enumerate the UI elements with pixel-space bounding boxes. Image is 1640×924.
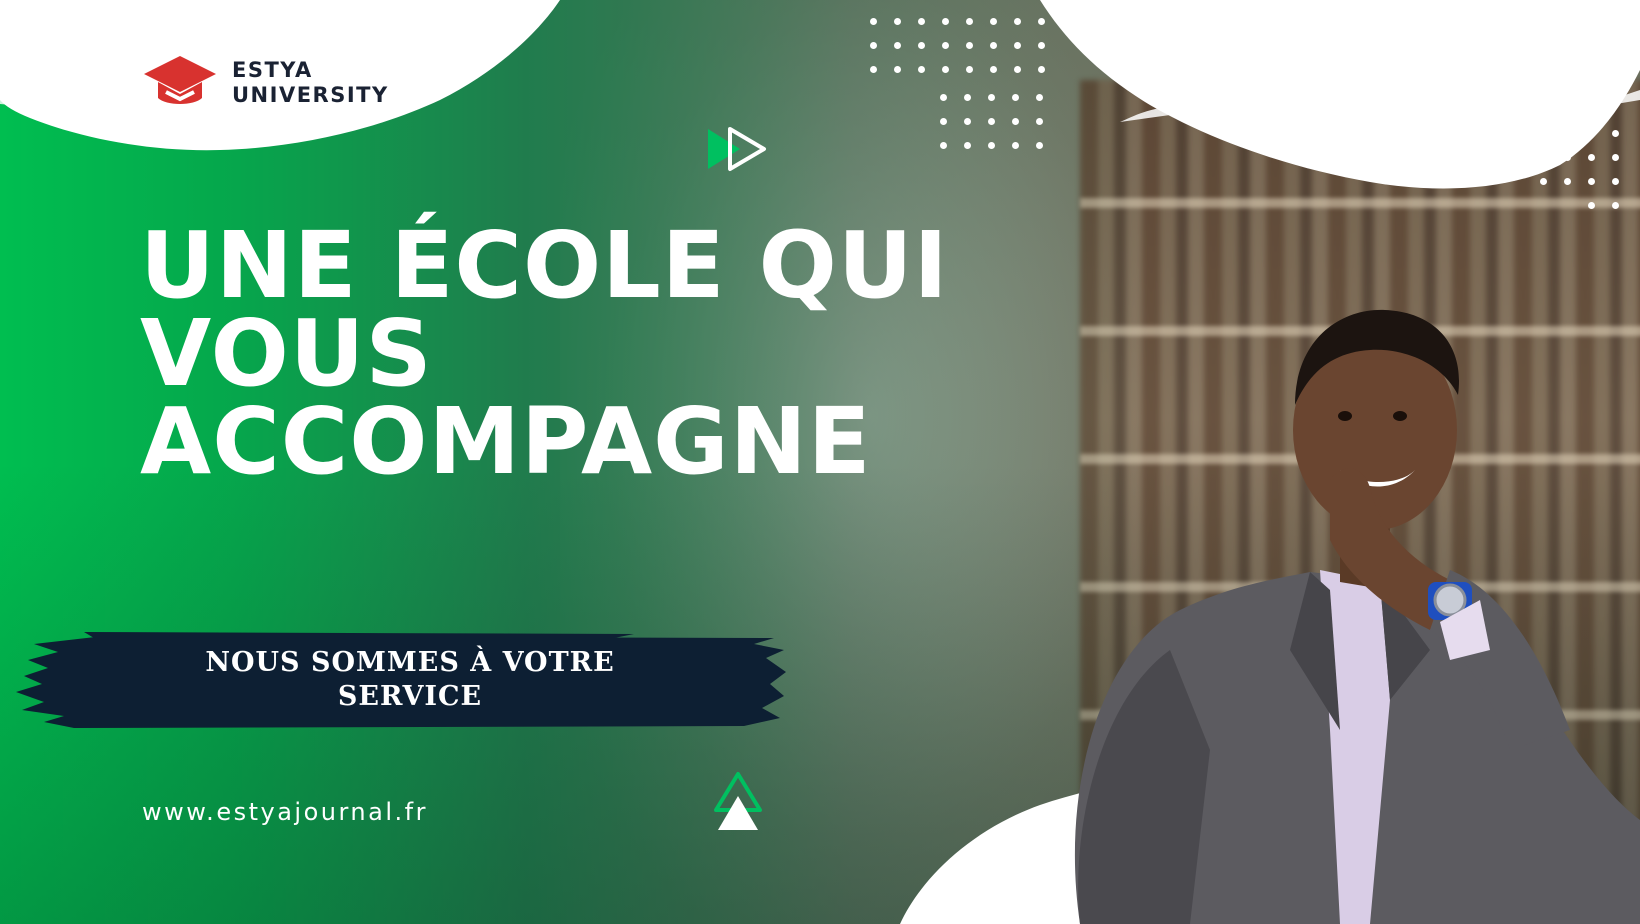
brand-name-line2: UNIVERSITY [232, 83, 389, 107]
headline-line2: VOUS [140, 300, 433, 407]
dot-grid-mid [940, 94, 1043, 149]
triangle-up-icon [714, 772, 762, 830]
tagline: NOUS SOMMES À VOTRE SERVICE [150, 646, 670, 714]
graduation-cap-icon [144, 56, 216, 104]
brand-name: ESTYA UNIVERSITY [232, 58, 389, 108]
brand-logo[interactable]: ESTYA UNIVERSITY [142, 52, 389, 114]
headline-line3: ACCOMPAGNE [140, 388, 872, 495]
student-photo [1074, 309, 1640, 924]
dot-grid-right [1540, 130, 1619, 209]
brand-name-line1: ESTYA [232, 58, 313, 82]
headline: UNE ÉCOLE QUI VOUS ACCOMPAGNE [140, 212, 949, 495]
dot-grid-top [870, 18, 1045, 73]
headline-line1: UNE ÉCOLE QUI [140, 212, 949, 319]
tagline-line2: SERVICE [337, 681, 483, 712]
website-link[interactable]: www.estyajournal.fr [142, 798, 428, 826]
tagline-line1: NOUS SOMMES À VOTRE [205, 647, 615, 678]
fast-forward-icon [708, 127, 766, 171]
